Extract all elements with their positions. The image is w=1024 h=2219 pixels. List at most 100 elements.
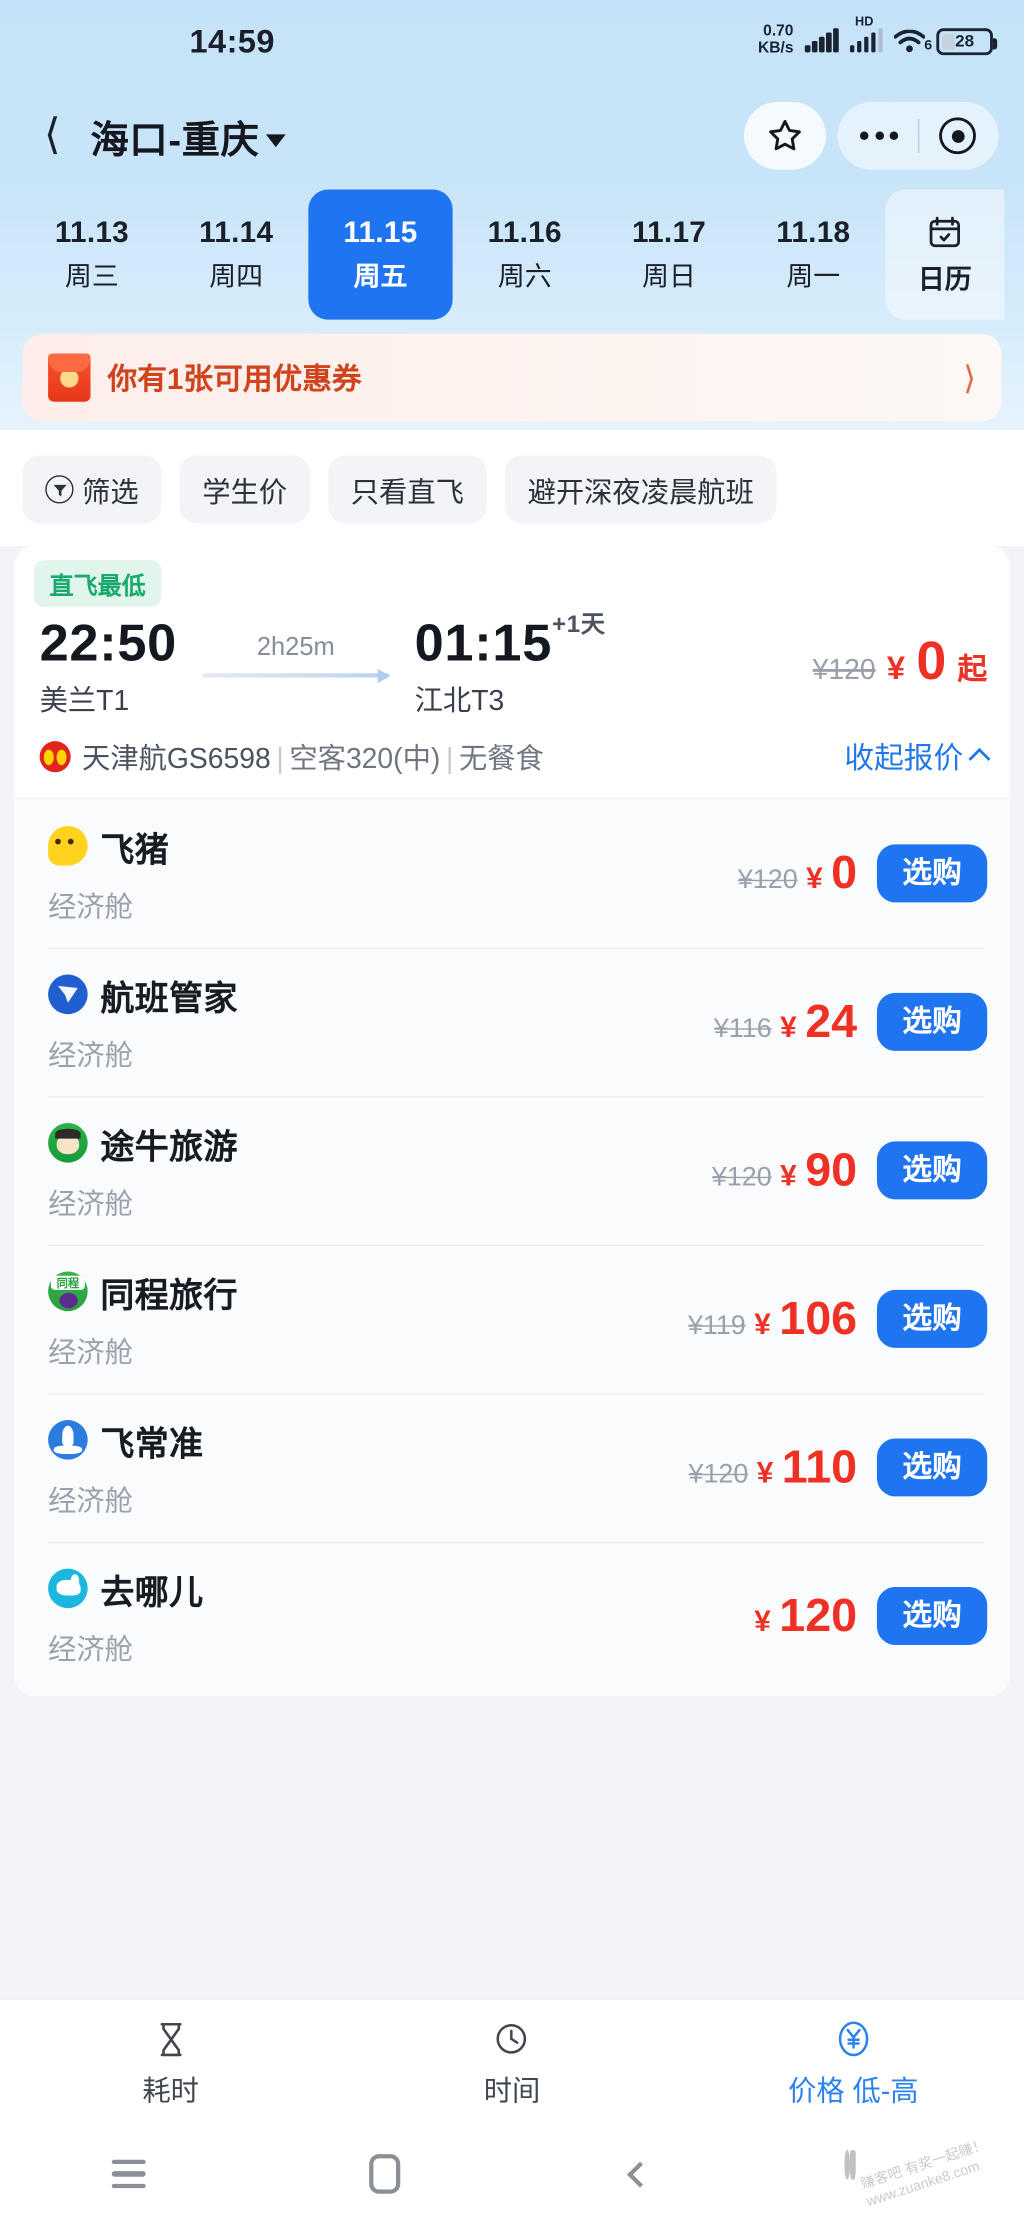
currency-symbol: ¥ [754, 1605, 771, 1639]
vendor-old-price: ¥120 [688, 1460, 749, 1491]
arrival-time: 01:15 [414, 613, 553, 672]
arrival-block: 01:15 +1天 江北T3 [414, 611, 605, 718]
flight-manager-icon [48, 975, 88, 1015]
nav-home-button[interactable] [256, 2154, 512, 2194]
vendor-title-row: 航班管家 [48, 970, 238, 1020]
menu-icon [111, 2159, 145, 2189]
vendor-row-qunar[interactable]: 去哪儿 经济舱 ¥ 120 选购 [14, 1541, 1010, 1691]
network-speed-unit: KB/s [758, 39, 794, 57]
date-tab-1[interactable]: 11.14 周四 [164, 190, 308, 320]
flight-duration: 2h25m [256, 632, 335, 661]
lowest-direct-badge: 直飞最低 [33, 560, 162, 607]
currency-symbol: ¥ [756, 1457, 774, 1491]
target-icon[interactable] [939, 117, 976, 155]
flight-main-row: 22:50 美兰T1 2h25m 01:15 +1天 江北T3 ¥120 ¥ 0… [14, 607, 1010, 719]
departure-airport: 美兰T1 [39, 685, 130, 718]
favorite-button[interactable] [743, 101, 827, 170]
chevron-up-icon [968, 748, 991, 771]
arrival-day-offset: +1天 [552, 611, 606, 638]
vendor-name: 飞猪 [100, 831, 170, 870]
nav-recents-button[interactable] [0, 2159, 256, 2189]
divider [917, 118, 920, 153]
calendar-button[interactable]: 日历 [885, 189, 1005, 320]
vendor-price-block: ¥120 ¥ 0 [738, 849, 857, 897]
flight-card[interactable]: 直飞最低 22:50 美兰T1 2h25m 01:15 +1天 江北T3 ¥12… [14, 545, 1010, 1696]
currency-symbol: ¥ [806, 863, 823, 896]
vendor-row-fliggy[interactable]: 飞猪 经济舱 ¥120 ¥ 0 选购 [14, 799, 1010, 948]
vendor-row-flight-manager[interactable]: 航班管家 经济舱 ¥116 ¥ 24 选购 [14, 947, 1010, 1097]
vendor-row-tongcheng[interactable]: 同程 同程旅行 经济舱 ¥119 ¥ 106 选购 [14, 1244, 1010, 1394]
date-tab-2[interactable]: 11.15 周五 [308, 189, 453, 320]
coupon-text: 你有1张可用优惠券 [107, 363, 362, 397]
date-strip: 11.13 周三 11.14 周四 11.15 周五 11.16 周六 11.1… [0, 189, 1024, 320]
back-button[interactable]: ⟨ [25, 109, 79, 163]
flight-old-price: ¥120 [812, 654, 876, 686]
coupon-banner[interactable]: 你有1张可用优惠券 ⟩ [22, 333, 1002, 422]
sort-tab-price[interactable]: 价格 低-高 [683, 2020, 1024, 2108]
filter-chip-label: 只看直飞 [350, 477, 464, 509]
vendor-price-action: ¥ 120 选购 [746, 1586, 988, 1645]
vendor-price: 0 [831, 846, 858, 899]
chevron-right-icon: ⟩ [963, 358, 976, 396]
buy-button[interactable]: 选购 [876, 1586, 988, 1645]
vendor-price-action: ¥119 ¥ 106 选购 [688, 1289, 988, 1348]
date-weekday: 周六 [497, 262, 552, 293]
filter-chip-label: 避开深夜凌晨航班 [527, 477, 754, 509]
wifi-generation: 6 [924, 37, 933, 54]
yuan-circle-icon [836, 2020, 871, 2057]
vendor-cabin: 经济舱 [48, 1040, 133, 1073]
app-header: ⟨ 海口-重庆 [0, 82, 1024, 189]
signal-bars-icon [804, 28, 839, 53]
vendor-price-action: ¥120 ¥ 90 选购 [712, 1141, 988, 1200]
variflight-icon [48, 1420, 88, 1461]
filter-chip-student[interactable]: 学生价 [179, 455, 310, 524]
badge-row: 直飞最低 [14, 546, 1010, 607]
vendor-price-block: ¥120 ¥ 90 [712, 1146, 857, 1194]
phone-screen: 14:59 0.70 KB/s HD 6 28 ⟨ 海口-重庆 11.13 周三… [0, 0, 1024, 2219]
date-tab-5[interactable]: 11.18 周一 [741, 190, 885, 320]
vendor-old-price: ¥120 [711, 1163, 772, 1193]
date-weekday: 周日 [642, 262, 696, 293]
flight-price-block: ¥120 ¥ 0 起 [813, 615, 988, 689]
nav-back-button[interactable] [512, 2160, 768, 2187]
filter-chip-label: 学生价 [202, 477, 288, 509]
filter-chip-avoid-late[interactable]: 避开深夜凌晨航班 [504, 455, 777, 524]
vendor-info: 飞常准 经济舱 [48, 1416, 203, 1519]
vendor-title-row: 飞猪 [48, 822, 169, 872]
date-value: 11.15 [343, 215, 418, 249]
buy-button[interactable]: 选购 [876, 844, 988, 903]
vendor-old-price: ¥119 [687, 1311, 746, 1342]
vendor-name: 航班管家 [100, 980, 238, 1019]
main-content: 筛选 学生价 只看直飞 避开深夜凌晨航班 直飞最低 22:50 美兰T1 2h2… [0, 429, 1024, 2129]
collapse-prices-button[interactable]: 收起报价 [844, 735, 991, 777]
airline-name: 天津航GS6598 [82, 744, 271, 776]
vendor-price-block: ¥119 ¥ 106 [688, 1295, 857, 1343]
route-selector[interactable]: 海口-重庆 [91, 108, 286, 163]
tuniu-icon [48, 1123, 88, 1164]
filter-chip-direct[interactable]: 只看直飞 [328, 455, 487, 524]
more-dots-icon[interactable] [859, 131, 899, 141]
vendor-row-variflight[interactable]: 飞常准 经济舱 ¥120 ¥ 110 选购 [14, 1393, 1010, 1542]
departure-time: 22:50 [39, 613, 177, 672]
sort-tab-time[interactable]: 时间 [341, 2020, 682, 2108]
vendor-price-action: ¥120 ¥ 110 选购 [689, 1438, 988, 1497]
buy-button[interactable]: 选购 [876, 1141, 988, 1200]
sort-tab-duration[interactable]: 耗时 [0, 2020, 341, 2108]
date-value: 11.18 [776, 215, 851, 249]
date-tab-4[interactable]: 11.17 周日 [597, 190, 741, 320]
hourglass-icon [155, 2020, 186, 2057]
buy-button[interactable]: 选购 [876, 992, 988, 1051]
filter-chip-shaixuan[interactable]: 筛选 [22, 455, 162, 524]
buy-button[interactable]: 选购 [876, 1289, 988, 1348]
qunar-icon [48, 1569, 88, 1609]
date-tab-3[interactable]: 11.16 周六 [453, 190, 597, 320]
buy-button[interactable]: 选购 [876, 1438, 988, 1497]
red-packet-icon [48, 353, 91, 402]
price-suffix: 起 [957, 653, 988, 686]
vendor-price-action: ¥116 ¥ 24 选购 [714, 992, 988, 1051]
date-tab-0[interactable]: 11.13 周三 [20, 190, 164, 320]
caret-down-icon [265, 133, 286, 147]
vendor-row-tuniu[interactable]: 途牛旅游 经济舱 ¥120 ¥ 90 选购 [14, 1096, 1010, 1245]
top-blue-region: 14:59 0.70 KB/s HD 6 28 ⟨ 海口-重庆 11.13 周三… [0, 0, 1024, 430]
vendor-price-block: ¥120 ¥ 110 [689, 1443, 858, 1491]
